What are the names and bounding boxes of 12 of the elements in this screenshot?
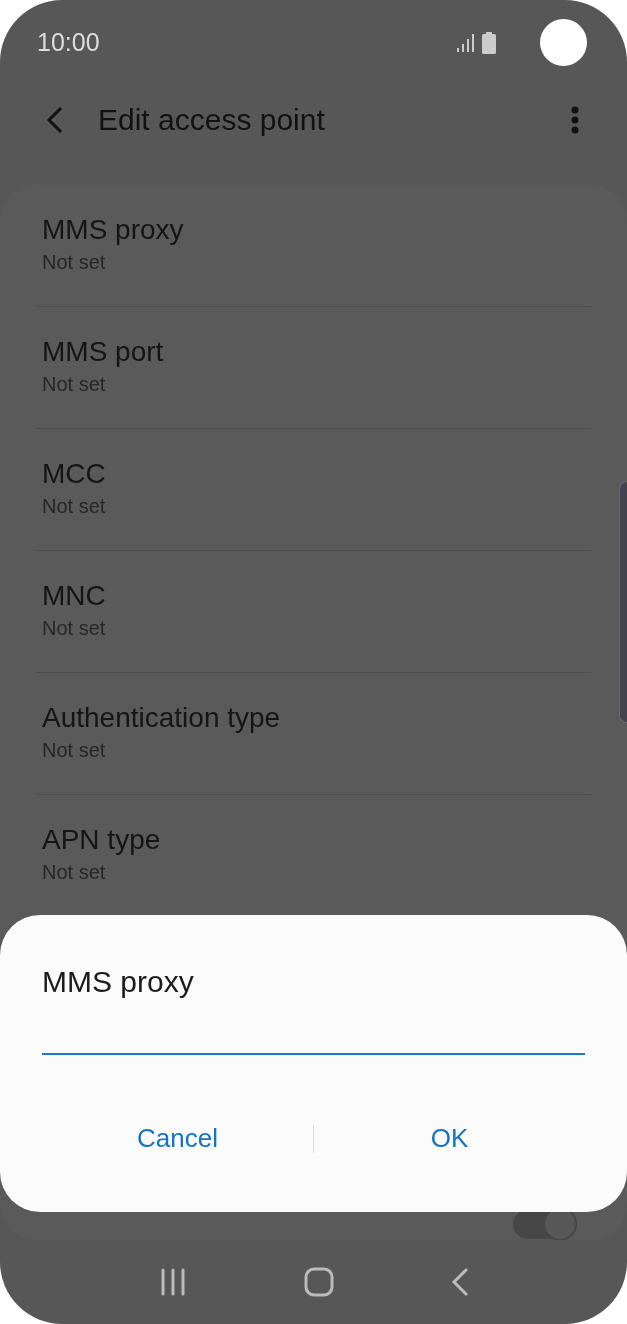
dialog-title: MMS proxy (42, 965, 194, 999)
battery-icon (482, 31, 496, 54)
page-title: Edit access point (98, 103, 326, 137)
dialog-button[interactable]: OK (314, 1117, 585, 1160)
camera-cutout (540, 19, 587, 66)
signal-icon (456, 32, 476, 53)
home-icon[interactable] (303, 1267, 334, 1297)
status-time: 10:00 (37, 28, 101, 57)
back-icon[interactable] (450, 1267, 469, 1297)
more-options-icon[interactable] (571, 106, 579, 134)
dialog-button[interactable]: Cancel (42, 1117, 313, 1160)
edge-panel-handle[interactable] (619, 481, 627, 723)
